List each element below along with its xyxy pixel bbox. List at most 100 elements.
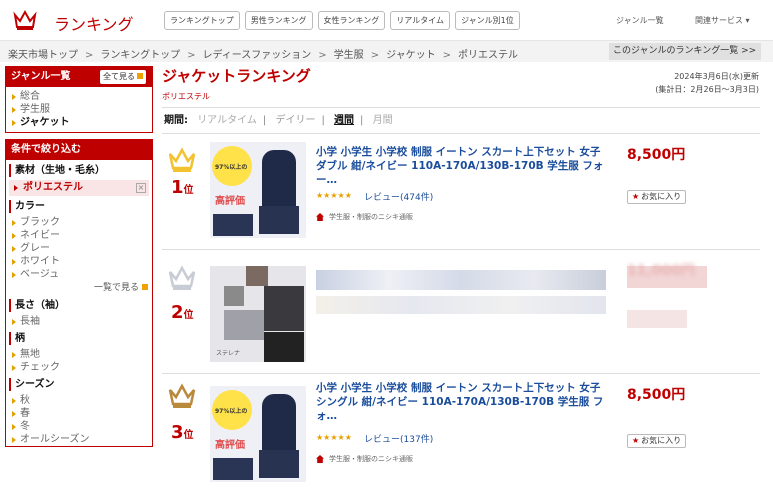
- favorite-label: お気に入り: [641, 192, 682, 201]
- product-title[interactable]: 小学 小学生 小学校 制服 イートン スカート上下セット 女子 シングル 紺/ネ…: [316, 381, 606, 423]
- filter-item[interactable]: 無地: [6, 348, 152, 361]
- jacket-shape: [262, 150, 296, 210]
- period-realtime[interactable]: リアルタイム: [197, 115, 257, 126]
- sidebar: ジャンル一覧 全て見る 総合 学生服 ジャケット 条件で絞り込む 素材（生地・毛糸…: [5, 66, 153, 453]
- rank-number: 3位: [171, 422, 194, 443]
- filter-item[interactable]: 春: [6, 407, 152, 420]
- filter-item[interactable]: 長袖: [6, 315, 152, 328]
- skirt-shape: [259, 206, 299, 234]
- blur-block: [246, 266, 268, 286]
- star-icon: ★: [632, 436, 640, 445]
- breadcrumb-current: ポリエステル: [457, 50, 518, 61]
- arrow-icon: [142, 284, 148, 290]
- filter-item[interactable]: グレー: [6, 242, 152, 255]
- period-selector: 期間: リアルタイム | デイリー | 週間 | 月間: [162, 107, 760, 134]
- logo-text[interactable]: ランキング: [54, 11, 134, 35]
- filter-item[interactable]: チェック: [6, 361, 152, 374]
- tab-men-ranking[interactable]: 男性ランキング: [244, 11, 313, 30]
- product-image[interactable]: 97%以上の 高評価: [210, 142, 306, 238]
- close-icon[interactable]: ×: [136, 183, 146, 193]
- blur-block: [224, 286, 244, 306]
- see-all-label: 全て見る: [103, 72, 135, 81]
- genre-box-title: ジャンル一覧: [11, 71, 71, 82]
- filter-item[interactable]: ベージュ: [6, 268, 152, 281]
- filter-item[interactable]: 秋: [6, 394, 152, 407]
- favorite-button[interactable]: ★ お気に入り: [627, 434, 687, 448]
- skirt-shape: [259, 450, 299, 478]
- breadcrumb-item[interactable]: レディースファッション: [202, 50, 311, 61]
- genre-box: ジャンル一覧 全て見る 総合 学生服 ジャケット: [5, 66, 153, 133]
- related-services-link[interactable]: 関連サービス ▾: [695, 15, 750, 26]
- tab-women-ranking[interactable]: 女性ランキング: [317, 11, 386, 30]
- ranking-item: 2位 ステレナ 11,000円: [162, 252, 760, 374]
- rank-value: 2: [171, 302, 184, 323]
- rating-stars: ★★★★★: [316, 433, 352, 442]
- blurred-title: [316, 270, 606, 290]
- favorite-button[interactable]: ★ お気に入り: [627, 190, 687, 204]
- breadcrumb: 楽天市場トップ > ランキングトップ > レディースファッション > 学生服 > ジャケット > ポ…: [8, 50, 518, 61]
- price: 8,500円: [627, 387, 686, 403]
- period-range: (集計日：2月26日～3月3日): [655, 85, 759, 94]
- ranking-item: 3位 97%以上の 高評価 小学 小学生 小学校 制服 イートン スカート上下セ…: [162, 376, 760, 490]
- genre-box-header: ジャンル一覧 全て見る: [6, 67, 152, 87]
- review-link[interactable]: レビュー(474件): [364, 190, 433, 203]
- thumb-badge: 97%以上の: [215, 408, 248, 415]
- breadcrumb-item[interactable]: 学生服: [334, 50, 364, 61]
- rank-value: 1: [171, 177, 184, 198]
- rank-value: 3: [171, 422, 184, 443]
- filter-item[interactable]: ブラック: [6, 216, 152, 229]
- filter-item[interactable]: 冬: [6, 420, 152, 433]
- rating-stars: ★★★★★: [316, 191, 352, 200]
- crown-logo-icon[interactable]: [13, 9, 37, 31]
- set-shape: [213, 458, 253, 480]
- thumb-badge: 97%以上の: [215, 164, 248, 171]
- shop-link[interactable]: 学生服・制服のニシキ通販: [316, 454, 413, 464]
- color-heading: カラー: [9, 200, 152, 213]
- pattern-heading: 柄: [9, 332, 152, 345]
- crown-gold-icon: [168, 147, 196, 172]
- breadcrumb-item[interactable]: ランキングトップ: [100, 50, 180, 61]
- period-daily[interactable]: デイリー: [275, 115, 315, 126]
- review-link[interactable]: レビュー(137件): [364, 432, 433, 445]
- product-title[interactable]: 小学 小学生 小学校 制服 イートン スカート上下セット 女子 ダブル 紺/ネイ…: [316, 145, 606, 187]
- product-image[interactable]: ステレナ: [210, 266, 306, 362]
- see-all-button[interactable]: 全て見る: [100, 70, 146, 84]
- jacket-shape: [262, 394, 296, 454]
- thumb-label: 高評価: [215, 196, 245, 207]
- genre-item[interactable]: 学生服: [6, 103, 152, 116]
- tab-realtime[interactable]: リアルタイム: [390, 11, 451, 30]
- genre-item[interactable]: 総合: [6, 90, 152, 103]
- genre-ranking-list-link[interactable]: このジャンルのランキング一覧 >>: [609, 43, 761, 60]
- filter-box-header: 条件で絞り込む: [6, 140, 152, 160]
- tab-genre-first[interactable]: ジャンル別1位: [455, 11, 520, 30]
- breadcrumb-bar: 楽天市場トップ > ランキングトップ > レディースファッション > 学生服 > ジャケット > ポ…: [0, 40, 773, 62]
- related-services-label: 関連サービス: [695, 16, 743, 25]
- rank-suffix: 位: [183, 430, 194, 441]
- material-heading: 素材（生地・毛糸）: [9, 164, 152, 177]
- breadcrumb-item[interactable]: ジャケット: [386, 50, 436, 61]
- season-heading: シーズン: [9, 378, 152, 391]
- price: 11,000円: [627, 263, 696, 279]
- header-tabs: ランキングトップ 男性ランキング 女性ランキング リアルタイム ジャンル別1位: [164, 11, 520, 30]
- filter-item[interactable]: オールシーズン: [6, 433, 152, 446]
- price: 8,500円: [627, 147, 686, 163]
- rank-suffix: 位: [183, 185, 194, 196]
- genre-item-current[interactable]: ジャケット: [6, 116, 152, 129]
- tab-ranking-top[interactable]: ランキングトップ: [164, 11, 240, 30]
- breadcrumb-item[interactable]: 楽天市場トップ: [8, 50, 78, 61]
- update-info: 2024年3月6日(水)更新 (集計日：2月26日～3月3日): [655, 70, 759, 96]
- filter-item[interactable]: ネイビー: [6, 229, 152, 242]
- thumb-label: ステレナ: [216, 350, 241, 357]
- sleeve-heading: 長さ（袖）: [9, 299, 152, 312]
- period-weekly[interactable]: 週間: [334, 115, 354, 126]
- shop-link[interactable]: 学生服・制服のニシキ通販: [316, 212, 413, 222]
- product-image[interactable]: 97%以上の 高評価: [210, 386, 306, 482]
- shop-name: 学生服・制服のニシキ通販: [329, 213, 413, 221]
- show-more-label: 一覧で見る: [93, 283, 139, 293]
- rank-suffix: 位: [183, 310, 194, 321]
- selected-filter-polyester[interactable]: ポリエステル ×: [9, 180, 149, 196]
- filter-item[interactable]: ホワイト: [6, 255, 152, 268]
- shop-name: 学生服・制服のニシキ通販: [329, 455, 413, 463]
- show-more-link[interactable]: 一覧で見る: [6, 281, 152, 295]
- genre-list-link[interactable]: ジャンル一覧: [616, 15, 664, 26]
